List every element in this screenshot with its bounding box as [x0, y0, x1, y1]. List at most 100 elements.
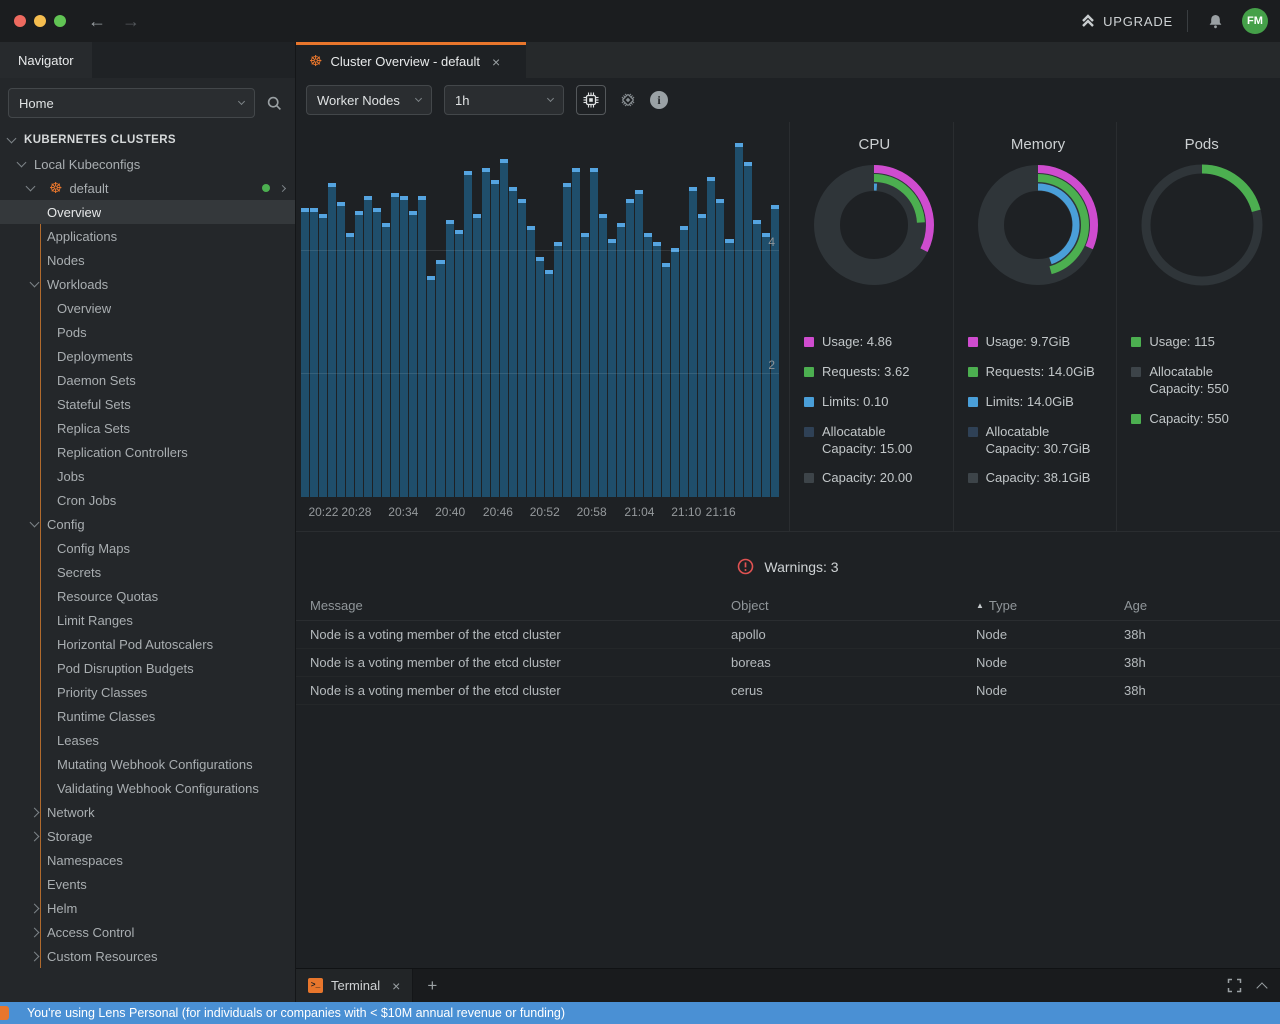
- cpu-metric-toggle-button[interactable]: [576, 85, 606, 115]
- sidebar-item-daemon-sets[interactable]: Daemon Sets: [0, 368, 295, 392]
- sidebar-item-replica-sets[interactable]: Replica Sets: [0, 416, 295, 440]
- chevron-down-icon: [415, 95, 422, 102]
- sidebar-item-namespaces[interactable]: Namespaces: [0, 848, 295, 872]
- metric-card-cpu: CPUUsage: 4.86Requests: 3.62Limits: 0.10…: [789, 122, 953, 531]
- tab-navigator[interactable]: Navigator: [0, 42, 92, 78]
- legend-item: Usage: 9.7GiB: [968, 334, 1109, 351]
- x-axis-tick-label: 21:04: [624, 505, 654, 519]
- sidebar-item-local-kubeconfigs[interactable]: Local Kubeconfigs: [0, 152, 295, 176]
- node-role-select[interactable]: Worker Nodes: [306, 85, 432, 115]
- notifications-bell-icon[interactable]: [1202, 8, 1228, 34]
- sidebar-item-mutating-webhook-configurations[interactable]: Mutating Webhook Configurations: [0, 752, 295, 776]
- close-tab-icon[interactable]: ×: [492, 54, 500, 70]
- legend-item: Usage: 115: [1131, 334, 1272, 351]
- legend-item: Capacity: 20.00: [804, 470, 945, 487]
- avatar[interactable]: FM: [1242, 8, 1268, 34]
- chart-bar: [581, 233, 589, 497]
- legend-swatch: [804, 337, 814, 347]
- new-terminal-button[interactable]: +: [427, 976, 437, 996]
- forward-arrow-icon[interactable]: →: [122, 11, 140, 32]
- sidebar-item-validating-webhook-configurations[interactable]: Validating Webhook Configurations: [0, 776, 295, 800]
- sidebar-item-config-maps[interactable]: Config Maps: [0, 536, 295, 560]
- sidebar-item-nodes[interactable]: Nodes: [0, 248, 295, 272]
- sidebar-item-access-control[interactable]: Access Control: [0, 920, 295, 944]
- sidebar-item-network[interactable]: Network: [0, 800, 295, 824]
- sidebar-item-default[interactable]: ☸default: [0, 176, 295, 200]
- collapse-dock-icon[interactable]: [1256, 982, 1267, 993]
- minimize-window-button[interactable]: [34, 15, 46, 27]
- sidebar-item-custom-resources[interactable]: Custom Resources: [0, 944, 295, 968]
- chart-bar-body: [617, 227, 625, 497]
- back-arrow-icon[interactable]: ←: [88, 11, 106, 32]
- chart-bar-body: [635, 194, 643, 497]
- time-range-select[interactable]: 1h: [444, 85, 564, 115]
- chart-bar-body: [572, 172, 580, 497]
- sidebar-item-runtime-classes[interactable]: Runtime Classes: [0, 704, 295, 728]
- chart-bar-body: [301, 212, 309, 497]
- column-header-age[interactable]: Age: [1124, 598, 1280, 613]
- sidebar-item-pods[interactable]: Pods: [0, 320, 295, 344]
- sidebar-item-config[interactable]: Config: [0, 512, 295, 536]
- x-axis-tick-label: 20:28: [341, 505, 371, 519]
- sidebar-item-limit-ranges[interactable]: Limit Ranges: [0, 608, 295, 632]
- column-header-message[interactable]: Message: [310, 598, 731, 613]
- sidebar-item-leases[interactable]: Leases: [0, 728, 295, 752]
- sidebar-item-priority-classes[interactable]: Priority Classes: [0, 680, 295, 704]
- sidebar-item-label: Overview: [47, 205, 101, 220]
- column-header-object[interactable]: Object: [731, 598, 976, 613]
- sidebar-item-helm[interactable]: Helm: [0, 896, 295, 920]
- expand-dock-icon[interactable]: [1227, 978, 1242, 993]
- location-select[interactable]: Home: [8, 88, 255, 118]
- upgrade-button[interactable]: UPGRADE: [1080, 14, 1173, 29]
- sidebar-item-overview[interactable]: Overview: [0, 200, 295, 224]
- sidebar-item-overview[interactable]: Overview: [0, 296, 295, 320]
- sidebar-item-label: Local Kubeconfigs: [34, 157, 140, 172]
- sidebar-item-label: Storage: [47, 829, 93, 844]
- sidebar-item-kubernetes-clusters[interactable]: KUBERNETES CLUSTERS: [0, 128, 295, 152]
- sidebar-item-jobs[interactable]: Jobs: [0, 464, 295, 488]
- close-window-button[interactable]: [14, 15, 26, 27]
- chevron-right-icon: [30, 807, 40, 817]
- legend-label: Allocatable Capacity: 550: [1149, 364, 1267, 398]
- table-row[interactable]: Node is a voting member of the etcd clus…: [296, 621, 1280, 649]
- table-row[interactable]: Node is a voting member of the etcd clus…: [296, 649, 1280, 677]
- sidebar-item-label: Namespaces: [47, 853, 123, 868]
- sidebar-item-replication-controllers[interactable]: Replication Controllers: [0, 440, 295, 464]
- sidebar-item-stateful-sets[interactable]: Stateful Sets: [0, 392, 295, 416]
- legend-item: Usage: 4.86: [804, 334, 945, 351]
- sidebar-item-secrets[interactable]: Secrets: [0, 560, 295, 584]
- sidebar-item-horizontal-pod-autoscalers[interactable]: Horizontal Pod Autoscalers: [0, 632, 295, 656]
- sidebar-item-deployments[interactable]: Deployments: [0, 344, 295, 368]
- sidebar-item-cron-jobs[interactable]: Cron Jobs: [0, 488, 295, 512]
- column-header-type[interactable]: ▲Type: [976, 598, 1124, 613]
- sidebar-item-pod-disruption-budgets[interactable]: Pod Disruption Budgets: [0, 656, 295, 680]
- memory-chip-icon[interactable]: [618, 90, 638, 110]
- chart-bar-body: [707, 181, 715, 497]
- tab-cluster-overview[interactable]: ☸ Cluster Overview - default ×: [296, 42, 526, 78]
- maximize-window-button[interactable]: [54, 15, 66, 27]
- chart-bar: [473, 214, 481, 497]
- chevron-right-icon[interactable]: [279, 184, 286, 191]
- sidebar-item-storage[interactable]: Storage: [0, 824, 295, 848]
- table-row[interactable]: Node is a voting member of the etcd clus…: [296, 677, 1280, 705]
- sidebar-item-resource-quotas[interactable]: Resource Quotas: [0, 584, 295, 608]
- chart-bar: [536, 257, 544, 497]
- chart-bar-body: [671, 252, 679, 497]
- sidebar-item-applications[interactable]: Applications: [0, 224, 295, 248]
- close-terminal-icon[interactable]: ×: [392, 978, 400, 994]
- metric-cards-mount: CPUUsage: 4.86Requests: 3.62Limits: 0.10…: [789, 122, 1280, 531]
- chevron-down-icon: [30, 518, 40, 528]
- sidebar-item-label: Validating Webhook Configurations: [57, 781, 259, 796]
- gridline-label: 2: [768, 358, 775, 372]
- info-icon[interactable]: i: [650, 91, 668, 109]
- chart-bar: [716, 199, 724, 497]
- chart-bar: [364, 196, 372, 497]
- legend-swatch: [804, 427, 814, 437]
- search-icon[interactable]: [261, 90, 287, 116]
- chart-bar-body: [716, 203, 724, 497]
- x-axis-tick-label: 21:10: [671, 505, 701, 519]
- chart-bar: [753, 220, 761, 497]
- tab-terminal[interactable]: >_ Terminal ×: [296, 969, 413, 1002]
- sidebar-item-events[interactable]: Events: [0, 872, 295, 896]
- sidebar-item-workloads[interactable]: Workloads: [0, 272, 295, 296]
